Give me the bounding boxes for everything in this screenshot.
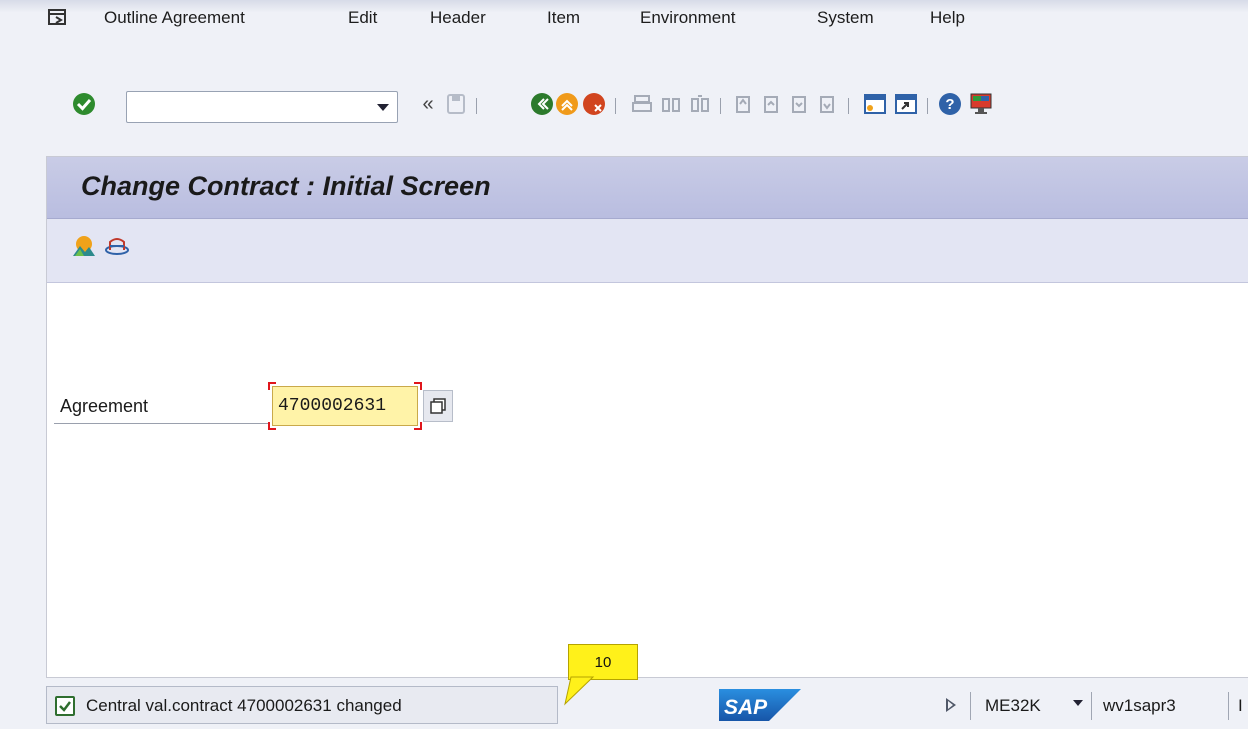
first-page-icon[interactable]	[729, 88, 757, 120]
menu-header[interactable]: Header	[430, 8, 486, 28]
toolbar-divider	[720, 98, 721, 114]
cancel-icon[interactable]	[580, 88, 608, 120]
toolbar-divider	[476, 98, 477, 114]
menu-item[interactable]: Item	[547, 8, 580, 28]
hat-icon[interactable]	[104, 233, 130, 259]
sap-logo: SAP	[719, 689, 801, 721]
status-message: Central val.contract 4700002631 changed	[86, 696, 402, 715]
callout-badge: 10	[568, 644, 638, 680]
next-page-icon[interactable]	[785, 88, 813, 120]
status-message-box[interactable]: Central val.contract 4700002631 changed	[46, 686, 558, 724]
server-name: wv1sapr3	[1103, 696, 1176, 715]
menu-help[interactable]: Help	[930, 8, 965, 28]
help-icon[interactable]: ?	[936, 88, 964, 120]
focus-corner	[414, 382, 422, 390]
back-icon[interactable]	[528, 88, 556, 120]
menu-outline-agreement[interactable]: Outline Agreement	[104, 8, 245, 28]
menu-environment[interactable]: Environment	[640, 8, 735, 28]
sap-logo-text: SAP	[724, 696, 768, 719]
menu-system-icon[interactable]	[47, 8, 69, 28]
create-session-icon[interactable]	[861, 88, 889, 120]
find-icon[interactable]	[657, 88, 685, 120]
save-icon[interactable]	[442, 88, 470, 120]
chevron-down-icon[interactable]	[1073, 700, 1083, 706]
status-trailing: I	[1238, 696, 1243, 715]
focus-corner	[414, 422, 422, 430]
customize-layout-icon[interactable]	[967, 88, 995, 120]
success-check-icon	[55, 696, 75, 716]
shortcut-icon[interactable]	[892, 88, 920, 120]
agreement-label: Agreement	[60, 396, 149, 416]
status-divider	[1091, 692, 1092, 720]
exit-icon[interactable]	[553, 88, 581, 120]
last-page-icon[interactable]	[813, 88, 841, 120]
transaction-code: ME32K	[985, 696, 1041, 715]
mountain-icon[interactable]	[71, 233, 97, 259]
agreement-label-underline	[54, 423, 270, 424]
page-title: Change Contract : Initial Screen	[81, 171, 491, 201]
toolbar-divider	[927, 98, 928, 114]
standard-toolbar-icons: « ?	[0, 88, 1248, 128]
agreement-input[interactable]: 4700002631	[272, 386, 418, 426]
application-toolbar	[47, 219, 1248, 283]
callout-number: 10	[594, 653, 612, 671]
focus-corner	[268, 422, 276, 430]
previous-page-icon[interactable]	[757, 88, 785, 120]
system-info-toggle-inner	[948, 701, 953, 709]
collapse-icon[interactable]: «	[414, 88, 442, 120]
value-help-button[interactable]	[423, 390, 453, 422]
menu-edit[interactable]: Edit	[348, 8, 377, 28]
focus-corner	[268, 382, 276, 390]
svg-text:?: ?	[945, 96, 954, 113]
menu-system[interactable]: System	[817, 8, 874, 28]
toolbar-divider	[848, 98, 849, 114]
screen-area: Change Contract : Initial Screen	[46, 156, 1248, 678]
toolbar-divider	[615, 98, 616, 114]
callout-tail	[564, 676, 595, 706]
value-help-icon	[430, 398, 446, 414]
title-bar: Change Contract : Initial Screen	[47, 157, 1248, 219]
status-divider	[1228, 692, 1229, 720]
find-next-icon[interactable]	[686, 88, 714, 120]
status-divider	[970, 692, 971, 720]
print-icon[interactable]	[628, 88, 656, 120]
